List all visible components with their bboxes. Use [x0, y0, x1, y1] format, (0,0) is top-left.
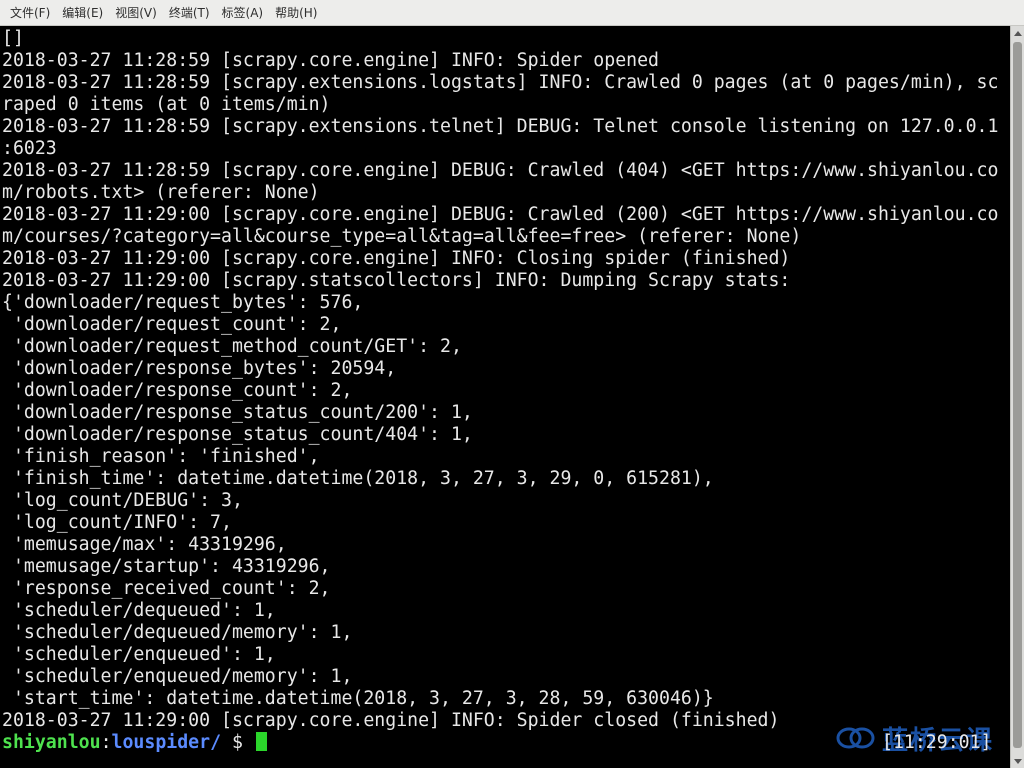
scroll-down-arrow-icon[interactable] — [1011, 754, 1024, 768]
prompt-user: shiyanlou — [2, 732, 101, 753]
terminal-line: 'scheduler/dequeued/memory': 1, — [2, 622, 353, 643]
terminal-line: 'response_received_count': 2, — [2, 578, 331, 599]
terminal-line: 'scheduler/enqueued/memory': 1, — [2, 666, 353, 687]
terminal-line: :6023 — [2, 138, 57, 159]
shell-prompt-line[interactable]: shiyanlou:louspider/ $ — [0, 732, 1010, 754]
terminal-line: 2018-03-27 11:29:00 [scrapy.statscollect… — [2, 270, 791, 291]
terminal-line: 'log_count/DEBUG': 3, — [2, 490, 243, 511]
terminal-line: 2018-03-27 11:28:59 [scrapy.extensions.l… — [2, 72, 999, 93]
terminal-line: 'downloader/request_count': 2, — [2, 314, 342, 335]
terminal-line: 'finish_reason': 'finished', — [2, 446, 320, 467]
vertical-scrollbar[interactable] — [1010, 26, 1024, 768]
terminal-line: 'finish_time': datetime.datetime(2018, 3… — [2, 468, 714, 489]
terminal-line: {'downloader/request_bytes': 576, — [2, 292, 364, 313]
terminal-window: 文件(F) 编辑(E) 视图(V) 终端(T) 标签(A) 帮助(H) [] 20… — [0, 0, 1024, 768]
terminal-line: m/robots.txt> (referer: None) — [2, 182, 320, 203]
terminal-line: 'memusage/startup': 43319296, — [2, 556, 331, 577]
terminal-line: 2018-03-27 11:28:59 [scrapy.core.engine]… — [2, 50, 659, 71]
terminal-line: 2018-03-27 11:29:00 [scrapy.core.engine]… — [2, 710, 780, 731]
terminal-output[interactable]: [] 2018-03-27 11:28:59 [scrapy.core.engin… — [0, 28, 1010, 768]
terminal-line: 'log_count/INFO': 7, — [2, 512, 232, 533]
terminal-line: 'downloader/response_bytes': 20594, — [2, 358, 397, 379]
scroll-up-arrow-icon[interactable] — [1011, 26, 1024, 40]
terminal-line: 'scheduler/enqueued': 1, — [2, 644, 276, 665]
menubar: 文件(F) 编辑(E) 视图(V) 终端(T) 标签(A) 帮助(H) — [0, 0, 1024, 26]
menu-file[interactable]: 文件(F) — [4, 0, 56, 26]
terminal-line: 2018-03-27 11:29:00 [scrapy.core.engine]… — [2, 204, 999, 225]
menu-tabs[interactable]: 标签(A) — [216, 0, 270, 26]
menu-edit[interactable]: 编辑(E) — [56, 0, 109, 26]
text-cursor — [255, 732, 267, 751]
terminal-line: 'downloader/response_status_count/200': … — [2, 402, 473, 423]
scrollbar-thumb[interactable] — [1013, 42, 1022, 748]
terminal-line: m/courses/?category=all&course_type=all&… — [2, 226, 802, 247]
terminal-line: 2018-03-27 11:28:59 [scrapy.extensions.t… — [2, 116, 999, 137]
log-lines: [] 2018-03-27 11:28:59 [scrapy.core.engin… — [0, 28, 1010, 732]
terminal-line: 2018-03-27 11:29:00 [scrapy.core.engine]… — [2, 248, 791, 269]
terminal-line: 'memusage/max': 43319296, — [2, 534, 287, 555]
terminal-line: raped 0 items (at 0 items/min) — [2, 94, 331, 115]
terminal-line: 'downloader/response_status_count/404': … — [2, 424, 473, 445]
menu-view[interactable]: 视图(V) — [109, 0, 163, 26]
terminal-line: 'downloader/request_method_count/GET': 2… — [2, 336, 462, 357]
prompt-dollar: $ — [221, 732, 254, 753]
terminal-line: [] — [2, 28, 24, 49]
terminal-line: 'start_time': datetime.datetime(2018, 3,… — [2, 688, 714, 709]
menu-help[interactable]: 帮助(H) — [269, 0, 323, 26]
terminal-clock: [11:29:01] — [882, 732, 992, 753]
prompt-path: louspider/ — [111, 732, 222, 753]
terminal-line: 'scheduler/dequeued': 1, — [2, 600, 276, 621]
prompt-separator: : — [100, 732, 112, 753]
terminal-line: 'downloader/response_count': 2, — [2, 380, 353, 401]
terminal-line: 2018-03-27 11:28:59 [scrapy.core.engine]… — [2, 160, 999, 181]
menu-terminal[interactable]: 终端(T) — [163, 0, 216, 26]
